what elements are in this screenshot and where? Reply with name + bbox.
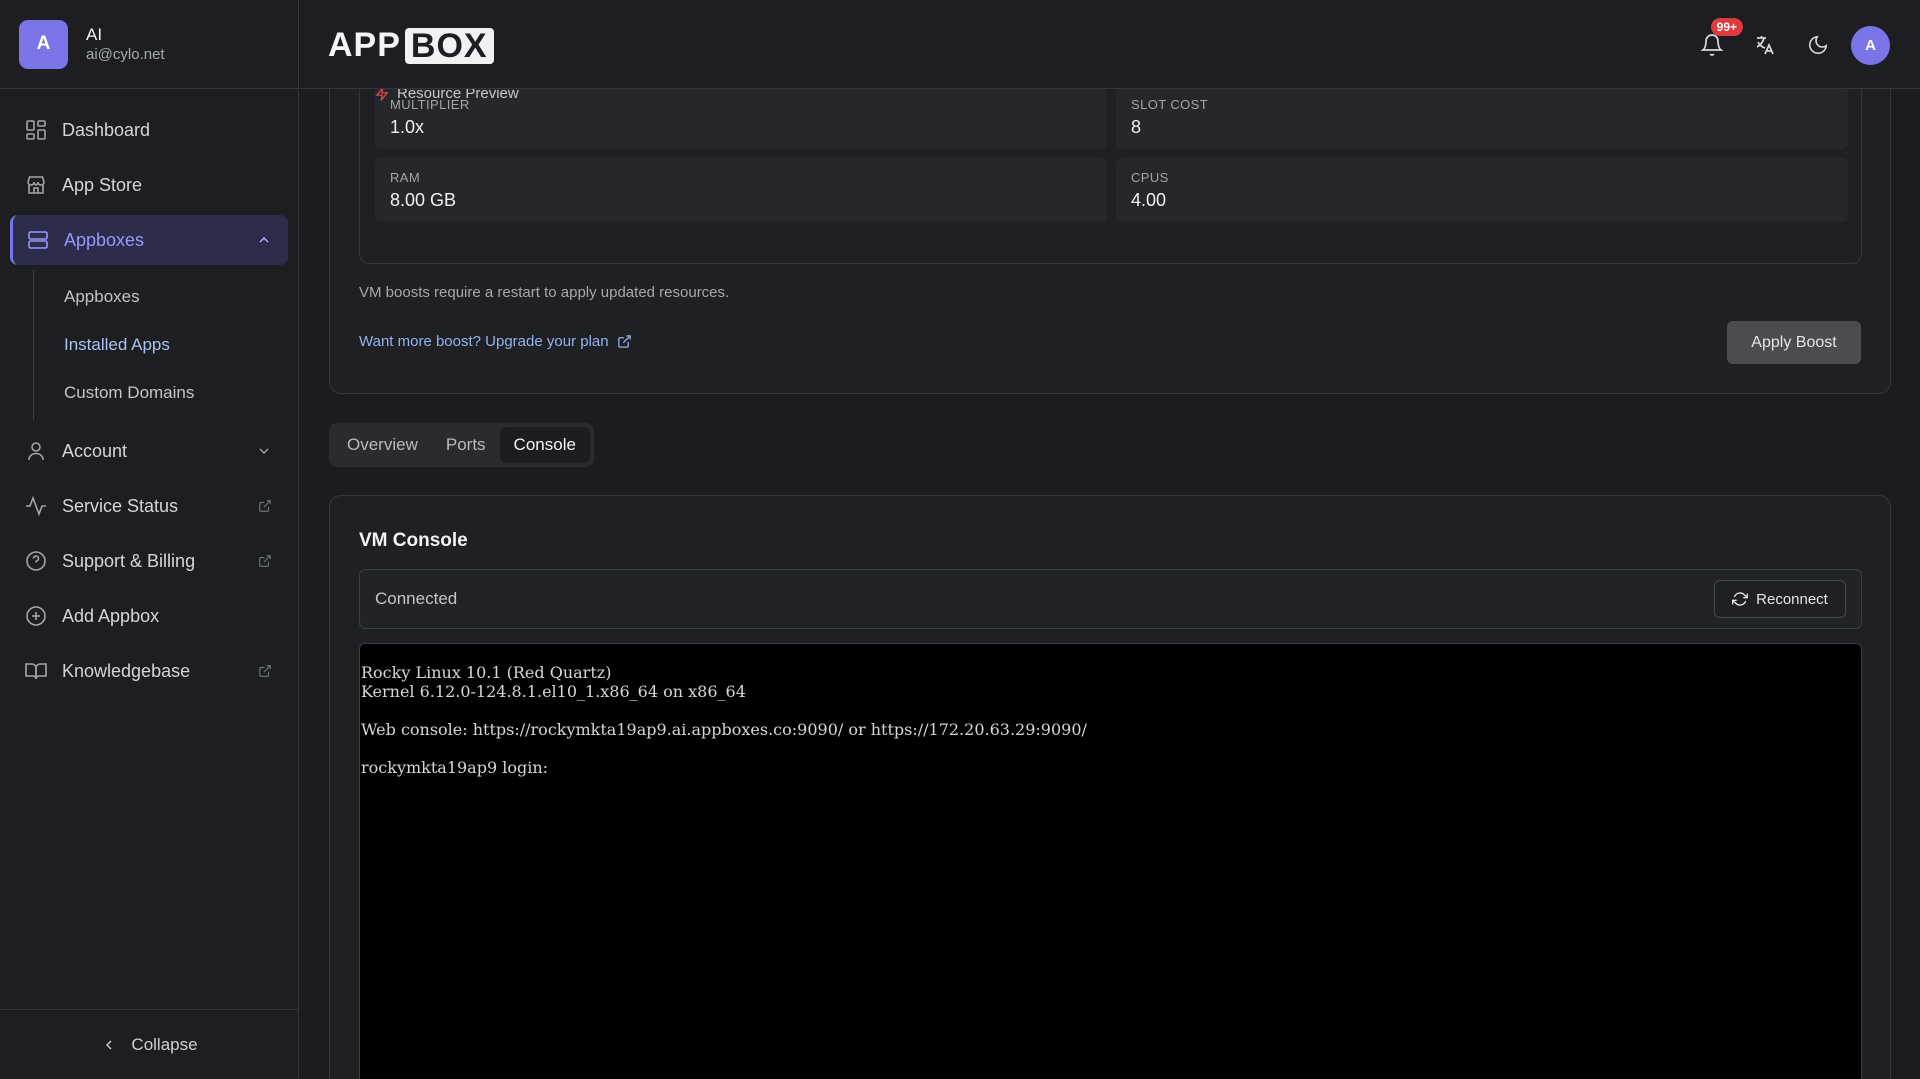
user-profile[interactable]: A AI ai@cylo.net [0,0,298,89]
terminal-line: Rocky Linux 10.1 (Red Quartz) [361,663,612,682]
upgrade-link-label: Want more boost? Upgrade your plan [359,333,609,350]
dashboard-icon [24,118,48,142]
sidebar-item-appboxes[interactable]: Appboxes [10,215,288,265]
header-actions: 99+ A [1679,18,1890,65]
reconnect-button[interactable]: Reconnect [1714,580,1846,618]
store-icon [24,173,48,197]
chevron-down-icon[interactable] [256,443,272,459]
stat-label: RAM [390,170,421,185]
logo-text-box: BOX [404,27,494,64]
stat-label: SLOT COST [1131,97,1209,112]
sidebar-item-label: Support & Billing [62,550,196,571]
chevron-up-icon[interactable] [256,232,272,248]
stat-label: CPUS [1131,170,1169,185]
user-icon [24,439,48,463]
user-email: ai@cylo.net [86,45,165,63]
stat-slot-cost: SLOT COST 8 [1116,85,1848,149]
tab-overview[interactable]: Overview [333,427,432,463]
user-avatar: A [19,19,68,69]
connection-status: Connected [375,589,458,608]
tab-ports[interactable]: Ports [432,427,500,463]
book-icon [24,659,48,683]
sidebar: A AI ai@cylo.net Dashboard App Store App… [0,0,299,1079]
user-name: AI [86,24,103,44]
appboxes-submenu: Appboxes Installed Apps Custom Domains [33,270,298,420]
reconnect-label: Reconnect [1756,590,1828,608]
theme-toggle-button[interactable] [1798,25,1838,65]
bell-icon [1700,34,1724,56]
logo-text-app: APP [328,26,401,64]
sidebar-item-service-status[interactable]: Service Status [10,481,288,531]
tab-console[interactable]: Console [499,427,590,463]
submenu-item-installed-apps[interactable]: Installed Apps [34,321,298,369]
notifications-button[interactable]: 99+ [1692,18,1743,65]
apply-boost-button[interactable]: Apply Boost [1727,321,1861,364]
external-link-icon [258,554,272,568]
vm-terminal[interactable]: Rocky Linux 10.1 (Red Quartz) Kernel 6.1… [359,643,1862,1079]
external-link-icon [258,499,272,513]
collapse-button[interactable]: Collapse [0,1009,299,1079]
plus-circle-icon [24,604,48,628]
submenu-item-appboxes[interactable]: Appboxes [34,273,298,321]
sidebar-item-label: Account [62,440,128,461]
moon-icon [1809,35,1828,54]
sidebar-item-app-store[interactable]: App Store [10,160,288,210]
header-avatar[interactable]: A [1851,25,1890,65]
console-status-bar: Connected Reconnect [359,569,1862,629]
sidebar-item-account[interactable]: Account [10,426,288,476]
translate-icon [1756,36,1774,55]
sidebar-item-label: Service Status [62,495,179,516]
sidebar-item-dashboard[interactable]: Dashboard [10,105,288,155]
language-button[interactable] [1745,25,1785,65]
upgrade-plan-link[interactable]: Want more boost? Upgrade your plan [359,333,632,350]
sidebar-item-label: Dashboard [62,119,151,140]
collapse-label: Collapse [131,1034,198,1054]
vm-console-title: VM Console [359,530,468,551]
sidebar-item-add-appbox[interactable]: Add Appbox [10,591,288,641]
stat-value: 4.00 [1131,190,1167,210]
top-header: APP BOX 99+ A [300,0,1920,89]
sidebar-item-label: Appboxes [64,229,145,250]
boost-restart-note: VM boosts require a restart to apply upd… [359,284,730,301]
resource-preview-panel: MULTIPLIER 1.0x SLOT COST 8 RAM 8.00 GB … [359,81,1862,264]
sidebar-item-label: App Store [62,174,143,195]
stat-value: 1.0x [390,117,425,137]
stat-ram: RAM 8.00 GB [375,158,1107,222]
sidebar-item-label: Add Appbox [62,605,160,626]
stat-cpus: CPUS 4.00 [1116,158,1848,222]
help-circle-icon [24,549,48,573]
terminal-line: Web console: https://rockymkta19ap9.ai.a… [361,720,1087,739]
server-icon [26,228,50,252]
sidebar-item-support-billing[interactable]: Support & Billing [10,536,288,586]
activity-icon [24,494,48,518]
appbox-logo[interactable]: APP BOX [328,26,494,65]
terminal-line: rockymkta19ap9 login: [361,758,549,777]
appbox-tabs: Overview Ports Console [329,423,594,467]
submenu-item-custom-domains[interactable]: Custom Domains [34,369,298,417]
notification-badge: 99+ [1710,18,1743,36]
terminal-line: Kernel 6.12.0-124.8.1.el10_1.x86_64 on x… [361,682,746,701]
chevron-left-icon [106,1040,112,1049]
stat-value: 8 [1131,117,1142,137]
refresh-icon [1732,592,1749,606]
sidebar-item-label: Knowledgebase [62,660,191,681]
external-link-icon [258,664,272,678]
sidebar-item-knowledgebase[interactable]: Knowledgebase [10,646,288,696]
external-link-icon [617,335,631,348]
main-nav: Dashboard App Store Appboxes Appboxes In… [0,89,298,696]
stat-value: 8.00 GB [390,190,457,210]
